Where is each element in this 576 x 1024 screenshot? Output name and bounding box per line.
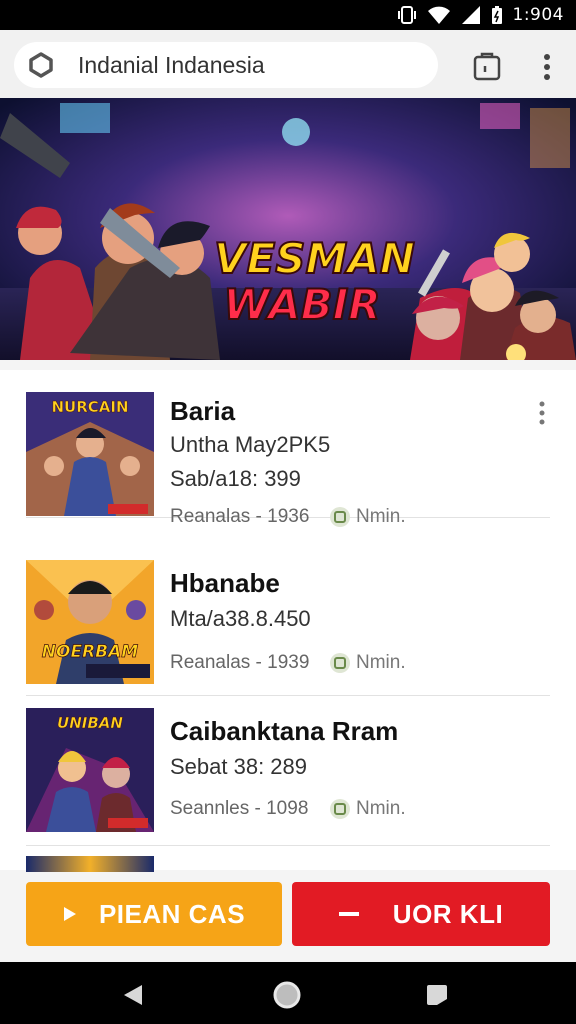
more-vert-icon — [544, 54, 550, 80]
game-chip[interactable]: Nmin. — [330, 798, 406, 820]
tabs-button[interactable] — [470, 50, 504, 84]
game-title[interactable]: Caibanktana Rram — [170, 716, 398, 747]
system-nav-bar — [0, 962, 576, 1024]
game-release: Seannles - 1098 — [170, 798, 309, 819]
minus-icon — [338, 912, 359, 916]
game-title[interactable]: Baria — [170, 396, 235, 427]
url-text[interactable]: Indanial Indanesia — [78, 52, 265, 79]
play-button-label: PIEAN CAS — [98, 898, 246, 929]
game-release: Reanalas - 1939 — [170, 652, 310, 673]
game-row[interactable]: NOERBAM Hbanabe Mta/a38.8.450 Reanalas -… — [26, 548, 550, 696]
exit-button-label: UOR KLI — [392, 898, 504, 929]
home-button[interactable] — [272, 980, 302, 1010]
game-detail: Sebat 38: 289 — [170, 754, 308, 779]
game-subtitle: Untha May2PK5 — [170, 432, 331, 457]
signal-icon — [461, 5, 481, 25]
game-list: NURCAIN Baria Untha May2PK5 Sab/a18: 399… — [0, 370, 576, 870]
game-chip[interactable]: Nmin. — [330, 506, 406, 528]
game-thumbnail-partial[interactable] — [26, 856, 154, 872]
tabs-icon — [473, 52, 501, 81]
home-icon — [273, 981, 301, 1009]
chip-icon — [330, 507, 350, 527]
recents-button[interactable] — [422, 980, 452, 1010]
status-time: 1:904 — [512, 5, 564, 25]
status-bar: 1:904 — [0, 0, 576, 30]
thumbnail-logo: NOERBAM — [41, 642, 139, 663]
browser-toolbar: Indanial Indanesia — [0, 30, 576, 98]
game-release: Reanalas - 1936 — [170, 506, 310, 527]
game-chip[interactable]: Nmin. — [330, 652, 406, 674]
thumbnail-logo: UNIBAN — [57, 714, 123, 733]
battery-icon — [491, 5, 503, 25]
wifi-icon — [427, 5, 451, 25]
chip-label: Nmin. — [356, 798, 406, 819]
banner-title: VESMAN WABIR — [213, 234, 416, 329]
chip-icon — [330, 799, 350, 819]
play-icon — [63, 906, 77, 922]
site-icon[interactable] — [26, 50, 56, 80]
game-thumbnail[interactable]: UNIBAN — [26, 708, 154, 832]
exit-button[interactable]: UOR KLI — [292, 882, 550, 946]
game-thumbnail[interactable]: NURCAIN — [26, 392, 154, 516]
chip-icon — [330, 653, 350, 673]
play-button[interactable]: PIEAN CAS — [26, 882, 282, 946]
row-menu-button[interactable] — [532, 398, 552, 428]
recents-icon — [427, 985, 447, 1005]
chip-label: Nmin. — [356, 506, 406, 527]
game-detail: Sab/a18: 399 — [170, 466, 301, 491]
vibrate-icon — [397, 5, 417, 25]
banner-title-line2: WABIR — [222, 280, 381, 329]
thumbnail-logo: NURCAIN — [51, 398, 129, 417]
back-button[interactable] — [118, 980, 148, 1010]
game-row[interactable]: UNIBAN Caibanktana Rram Sebat 38: 289 Se… — [26, 696, 550, 846]
game-detail: Mta/a38.8.450 — [170, 606, 311, 631]
back-icon — [124, 985, 142, 1005]
more-menu-button[interactable] — [534, 50, 560, 84]
game-row[interactable]: NURCAIN Baria Untha May2PK5 Sab/a18: 399… — [26, 370, 552, 527]
banner-title-line1: VESMAN — [213, 234, 416, 283]
more-vert-icon — [539, 401, 545, 425]
game-title[interactable]: Hbanabe — [170, 568, 280, 599]
chip-label: Nmin. — [356, 652, 406, 673]
hero-banner[interactable]: VESMAN WABIR — [0, 98, 576, 360]
game-thumbnail[interactable]: NOERBAM — [26, 560, 154, 684]
address-bar[interactable]: Indanial Indanesia — [14, 42, 438, 88]
